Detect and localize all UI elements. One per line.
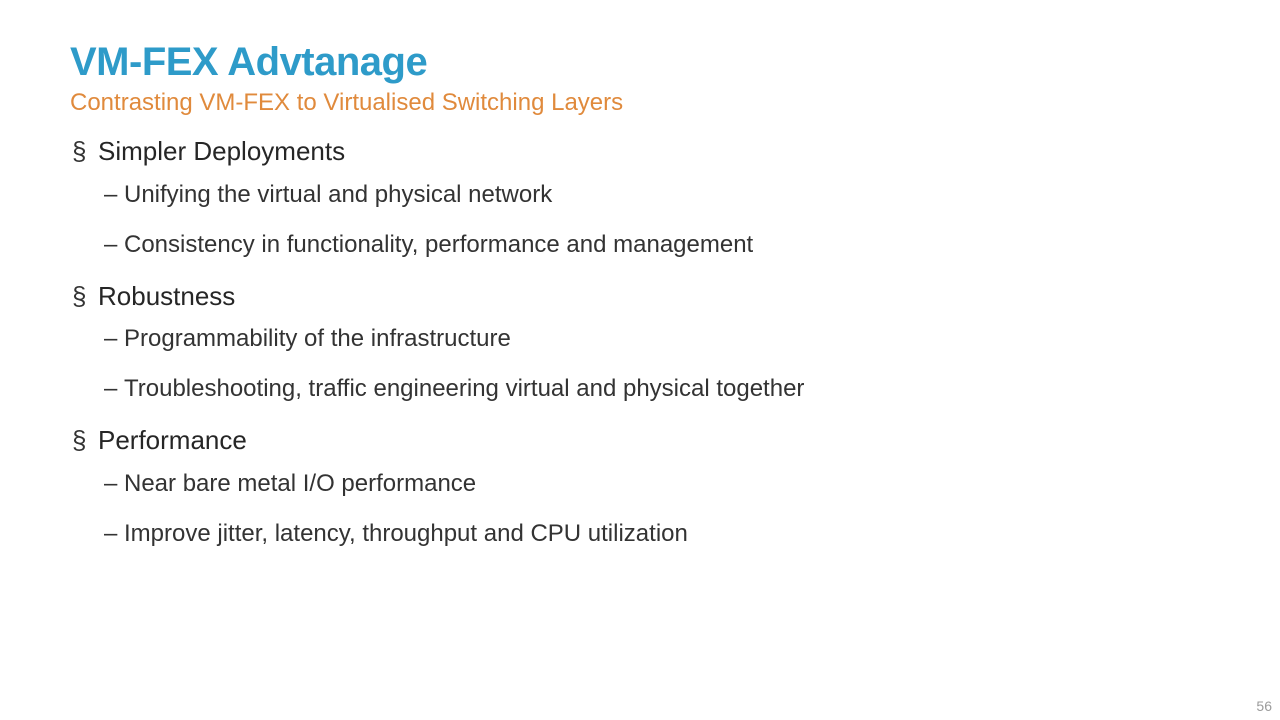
slide: VM-FEX Advtanage Contrasting VM-FEX to V…	[0, 0, 1280, 720]
section-heading-2: Robustness	[70, 280, 1210, 313]
slide-subtitle: Contrasting VM-FEX to Virtualised Switch…	[70, 89, 1210, 117]
section-heading-3: Performance	[70, 424, 1210, 457]
list-item: Troubleshooting, traffic engineering vir…	[70, 374, 1210, 404]
section-heading-1: Simpler Deployments	[70, 135, 1210, 168]
list-item: Near bare metal I/O performance	[70, 469, 1210, 499]
page-number: 56	[1256, 698, 1272, 714]
list-item: Programmability of the infrastructure	[70, 324, 1210, 354]
slide-title: VM-FEX Advtanage	[70, 40, 1210, 85]
list-item: Improve jitter, latency, throughput and …	[70, 519, 1210, 549]
list-item: Consistency in functionality, performanc…	[70, 230, 1210, 260]
list-item: Unifying the virtual and physical networ…	[70, 180, 1210, 210]
slide-content: Simpler Deployments Unifying the virtual…	[70, 135, 1210, 549]
